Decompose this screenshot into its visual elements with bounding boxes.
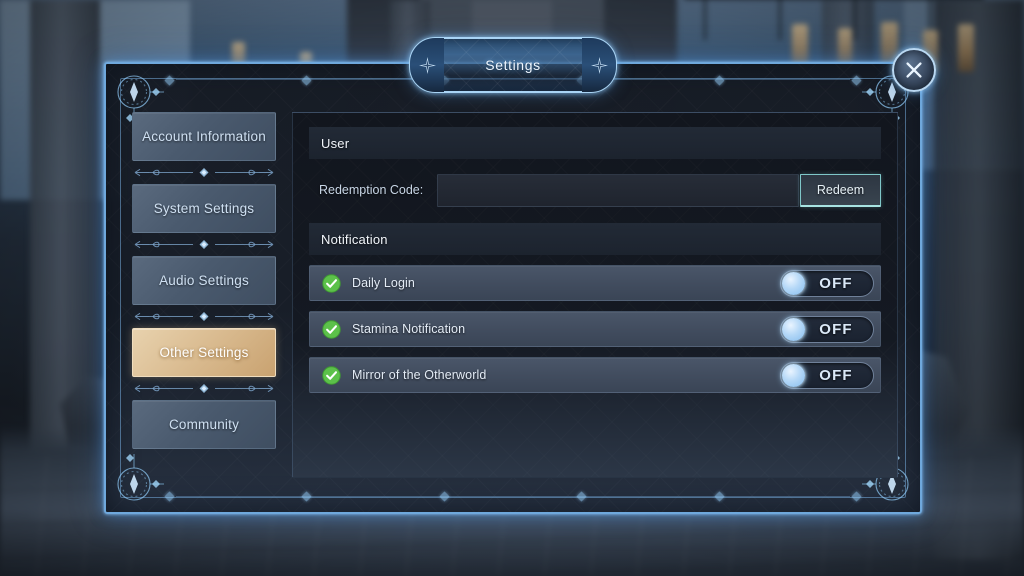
- sidebar-item-community[interactable]: Community: [132, 400, 276, 449]
- notification-row-mirror-of-the-otherworld: Mirror of the Otherworld OFF: [309, 357, 881, 393]
- settings-content-panel: User Redemption Code: Redeem Notificatio…: [292, 112, 898, 478]
- toggle-mirror-of-the-otherworld[interactable]: OFF: [780, 361, 874, 389]
- notification-label: Mirror of the Otherworld: [352, 368, 487, 382]
- sidebar-item-other-settings[interactable]: Other Settings: [132, 328, 276, 377]
- sidebar-item-label: Other Settings: [159, 345, 249, 360]
- redemption-code-label: Redemption Code:: [319, 183, 424, 197]
- settings-dialog: Settings Account Information System Sett…: [104, 37, 936, 514]
- sparkle-icon: [590, 56, 608, 74]
- sidebar-item-audio-settings[interactable]: Audio Settings: [132, 256, 276, 305]
- section-header-notification: Notification: [309, 223, 881, 255]
- sidebar-item-account-information[interactable]: Account Information: [132, 112, 276, 161]
- toggle-knob: [782, 317, 805, 341]
- diamond-accent-icon: [714, 75, 725, 85]
- diamond-accent-icon: [851, 75, 862, 85]
- check-circle-icon[interactable]: [322, 273, 341, 293]
- redemption-code-input[interactable]: [437, 173, 799, 207]
- redemption-code-row: Redemption Code: Redeem: [309, 173, 881, 207]
- sidebar-item-label: Audio Settings: [159, 273, 249, 288]
- sidebar-divider: [132, 305, 276, 328]
- toggle-state-label: OFF: [819, 274, 853, 292]
- check-circle-icon[interactable]: [322, 319, 341, 339]
- toggle-knob: [782, 363, 805, 387]
- sidebar-item-label: Account Information: [142, 129, 266, 144]
- sidebar-divider: [132, 233, 276, 256]
- section-header-user: User: [309, 127, 881, 159]
- close-button[interactable]: [892, 48, 936, 92]
- edge-line-bottom: [176, 496, 850, 497]
- section-header-user-label: User: [321, 135, 350, 151]
- diamond-accent-icon: [164, 491, 175, 501]
- sidebar-item-label: Community: [168, 417, 240, 432]
- toggle-state-label: OFF: [819, 366, 853, 384]
- sparkle-icon: [418, 56, 436, 74]
- sidebar-divider: [132, 161, 276, 184]
- notification-label: Stamina Notification: [352, 322, 466, 336]
- toggle-stamina-notification[interactable]: OFF: [780, 315, 874, 343]
- section-header-notification-label: Notification: [321, 231, 388, 247]
- corner-ornament-bottom-left: [114, 450, 168, 504]
- sidebar-item-label: System Settings: [153, 201, 255, 216]
- diamond-accent-icon: [851, 491, 862, 501]
- redeem-button[interactable]: Redeem: [800, 173, 881, 207]
- page-title: Settings: [485, 57, 541, 73]
- check-circle-icon[interactable]: [322, 365, 341, 385]
- toggle-knob: [782, 271, 805, 295]
- notification-row-daily-login: Daily Login OFF: [309, 265, 881, 301]
- dialog-title-banner: Settings: [409, 37, 617, 93]
- sidebar-divider: [132, 377, 276, 400]
- notification-row-stamina-notification: Stamina Notification OFF: [309, 311, 881, 347]
- toggle-daily-login[interactable]: OFF: [780, 269, 874, 297]
- settings-sidebar: Account Information System Settings Audi…: [132, 112, 276, 449]
- notification-label: Daily Login: [352, 276, 415, 290]
- close-icon: [906, 62, 922, 78]
- diamond-accent-icon: [164, 75, 175, 85]
- diamond-accent-icon: [301, 75, 312, 85]
- toggle-state-label: OFF: [819, 320, 853, 338]
- sidebar-item-system-settings[interactable]: System Settings: [132, 184, 276, 233]
